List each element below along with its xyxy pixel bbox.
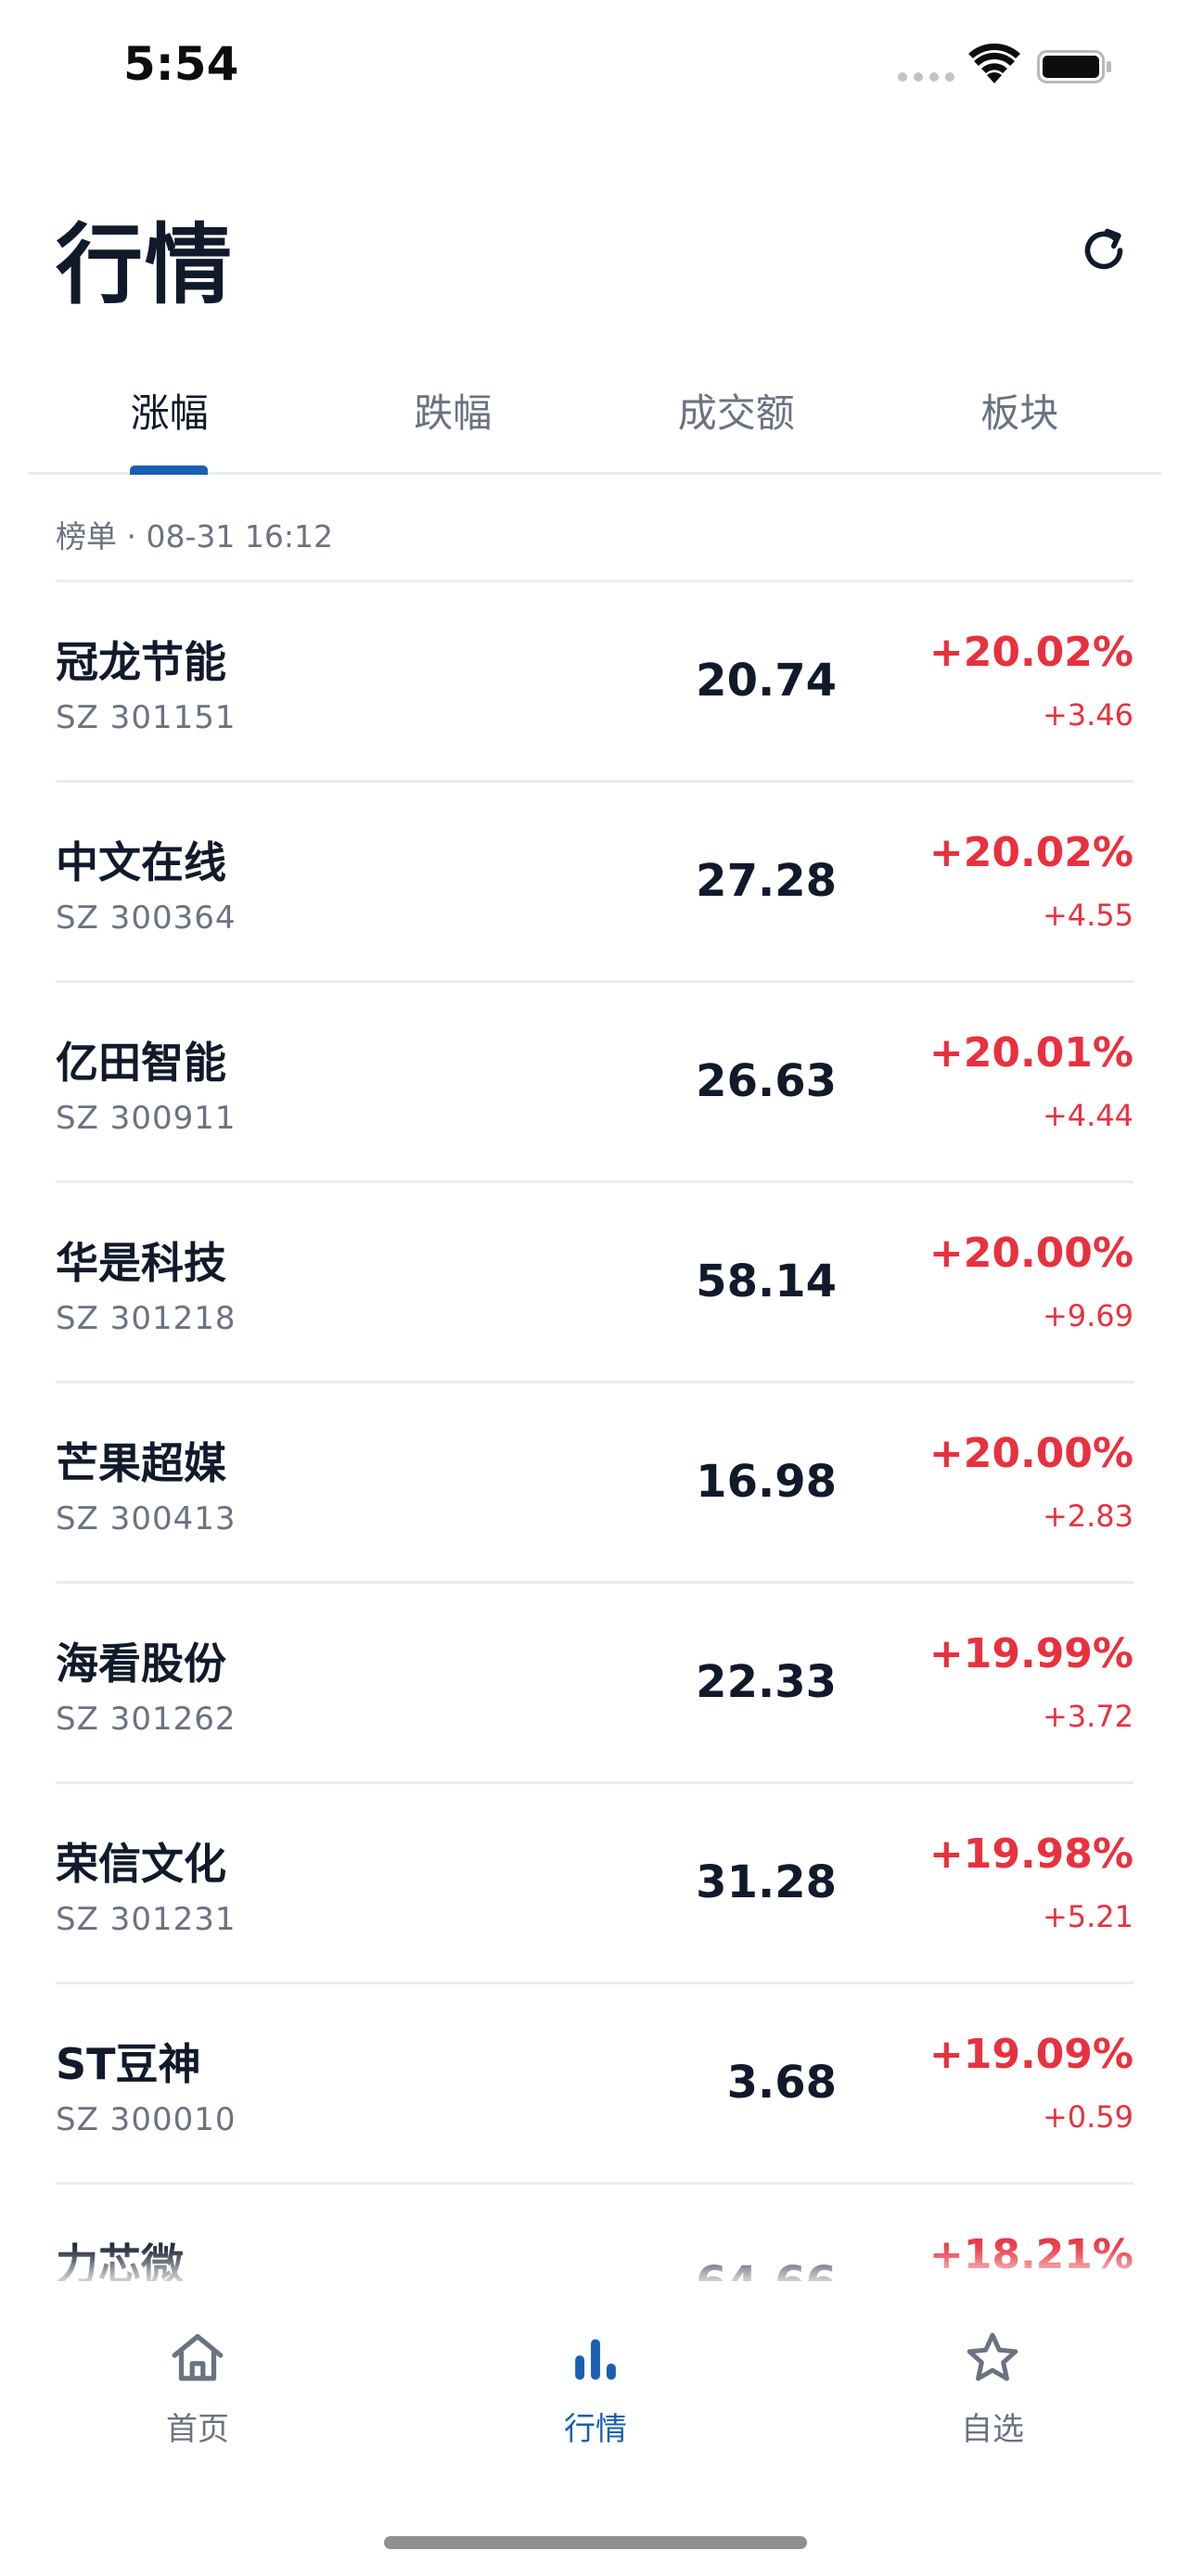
stock-change-percent: +20.02% — [928, 829, 1133, 876]
stock-name: 亿田智能 — [56, 1038, 226, 1088]
nav-watchlist[interactable]: 自选 — [881, 2326, 1104, 2449]
bottom-tab-bar: 首页 行情 自选 — [0, 2281, 1191, 2576]
stock-row[interactable]: 华是科技 SZ 301218 58.14 +20.00% +9.69 — [56, 1183, 1133, 1384]
home-icon — [172, 2334, 224, 2381]
stock-change-percent: +20.01% — [928, 1029, 1133, 1077]
list-meta: 榜单 · 08-31 16:12 — [56, 518, 333, 555]
stock-name: 芒果超媒 — [56, 1438, 226, 1488]
nav-watchlist-label: 自选 — [961, 2411, 1024, 2448]
nav-market-label: 行情 — [564, 2411, 627, 2448]
nav-home[interactable]: 首页 — [86, 2326, 309, 2449]
stock-row[interactable]: 中文在线 SZ 300364 27.28 +20.02% +4.55 — [56, 783, 1133, 983]
stock-price: 16.98 — [696, 1456, 837, 1508]
stock-change-percent: +19.99% — [928, 1630, 1133, 1677]
stock-change-percent: +20.02% — [928, 629, 1133, 676]
stock-code: SZ 301151 — [56, 699, 237, 736]
stock-change-amount: +0.59 — [1042, 2099, 1133, 2135]
stock-change-amount: +4.55 — [1042, 898, 1133, 933]
stock-price: 3.68 — [726, 2057, 837, 2109]
stock-row[interactable]: 冠龙节能 SZ 301151 20.74 +20.02% +3.46 — [56, 582, 1133, 783]
nav-market[interactable]: 行情 — [484, 2326, 707, 2449]
stock-change-amount: +4.44 — [1042, 1098, 1133, 1133]
stock-change-amount: +5.21 — [1042, 1899, 1133, 1934]
stock-change-percent: +19.09% — [928, 2031, 1133, 2078]
tab-gainers[interactable]: 涨幅 — [28, 352, 312, 475]
stock-name: 荣信文化 — [56, 1839, 226, 1889]
tab-sectors[interactable]: 板块 — [878, 352, 1162, 472]
stock-price: 64.66 — [696, 2257, 837, 2281]
stock-price: 58.14 — [696, 1256, 837, 1307]
stock-row[interactable]: ST豆神 SZ 300010 3.68 +19.09% +0.59 — [56, 1984, 1133, 2185]
stock-price: 20.74 — [696, 655, 837, 707]
stock-change-percent: +20.00% — [928, 1430, 1133, 1477]
stock-name: 中文在线 — [56, 837, 226, 887]
stock-change-percent: +19.98% — [928, 1830, 1133, 1878]
stock-name: 冠龙节能 — [56, 637, 226, 687]
stock-code: SZ 300364 — [56, 899, 237, 937]
stock-name: ST豆神 — [56, 2039, 201, 2089]
tab-turnover[interactable]: 成交额 — [595, 352, 878, 472]
stock-code: SZ 301218 — [56, 1300, 237, 1337]
stock-code: SZ 301262 — [56, 1701, 237, 1738]
stock-change-amount: +2.83 — [1042, 1498, 1133, 1534]
stock-price: 31.28 — [696, 1856, 837, 1908]
ranking-tabs: 涨幅 跌幅 成交额 板块 — [28, 352, 1161, 475]
status-time: 5:54 — [123, 37, 239, 91]
stock-price: 22.33 — [696, 1656, 837, 1708]
stock-price: 26.63 — [696, 1055, 837, 1107]
stock-code: SZ 300413 — [56, 1500, 237, 1537]
refresh-button[interactable] — [1067, 213, 1141, 287]
stock-change-percent: +18.21% — [928, 2231, 1133, 2278]
stock-row[interactable]: 亿田智能 SZ 300911 26.63 +20.01% +4.44 — [56, 983, 1133, 1183]
stock-name: 华是科技 — [56, 1238, 226, 1288]
stock-code: SZ 301231 — [56, 1901, 237, 1938]
stock-row[interactable]: 力芯微 64.66 +18.21% — [56, 2185, 1133, 2281]
tab-losers[interactable]: 跌幅 — [312, 352, 596, 472]
star-icon — [967, 2332, 1018, 2381]
battery-icon — [1037, 50, 1111, 83]
stock-row[interactable]: 海看股份 SZ 301262 22.33 +19.99% +3.72 — [56, 1584, 1133, 1784]
stock-name: 海看股份 — [56, 1639, 226, 1689]
stock-code: SZ 300911 — [56, 1100, 237, 1137]
nav-home-label: 首页 — [166, 2411, 229, 2448]
cellular-signal-icon — [898, 72, 954, 82]
stock-change-percent: +20.00% — [928, 1230, 1133, 1277]
bar-chart-icon — [575, 2339, 616, 2380]
stock-name: 力芯微 — [56, 2239, 184, 2281]
stock-row[interactable]: 荣信文化 SZ 301231 31.28 +19.98% +5.21 — [56, 1784, 1133, 1984]
stock-row[interactable]: 芒果超媒 SZ 300413 16.98 +20.00% +2.83 — [56, 1384, 1133, 1584]
stock-code: SZ 300010 — [56, 2101, 237, 2138]
status-bar: 5:54 — [0, 0, 1191, 139]
stock-change-amount: +9.69 — [1042, 1298, 1133, 1333]
stock-price: 27.28 — [696, 855, 837, 907]
refresh-icon — [1084, 228, 1123, 270]
stock-change-amount: +3.72 — [1042, 1699, 1133, 1734]
home-indicator — [384, 2536, 807, 2549]
stock-list: 冠龙节能 SZ 301151 20.74 +20.02% +3.46 中文在线 … — [56, 582, 1133, 2281]
page-header: 行情 — [56, 185, 1141, 316]
stock-change-amount: +3.46 — [1042, 697, 1133, 733]
page-title: 行情 — [56, 215, 235, 316]
wifi-icon — [968, 43, 1020, 83]
